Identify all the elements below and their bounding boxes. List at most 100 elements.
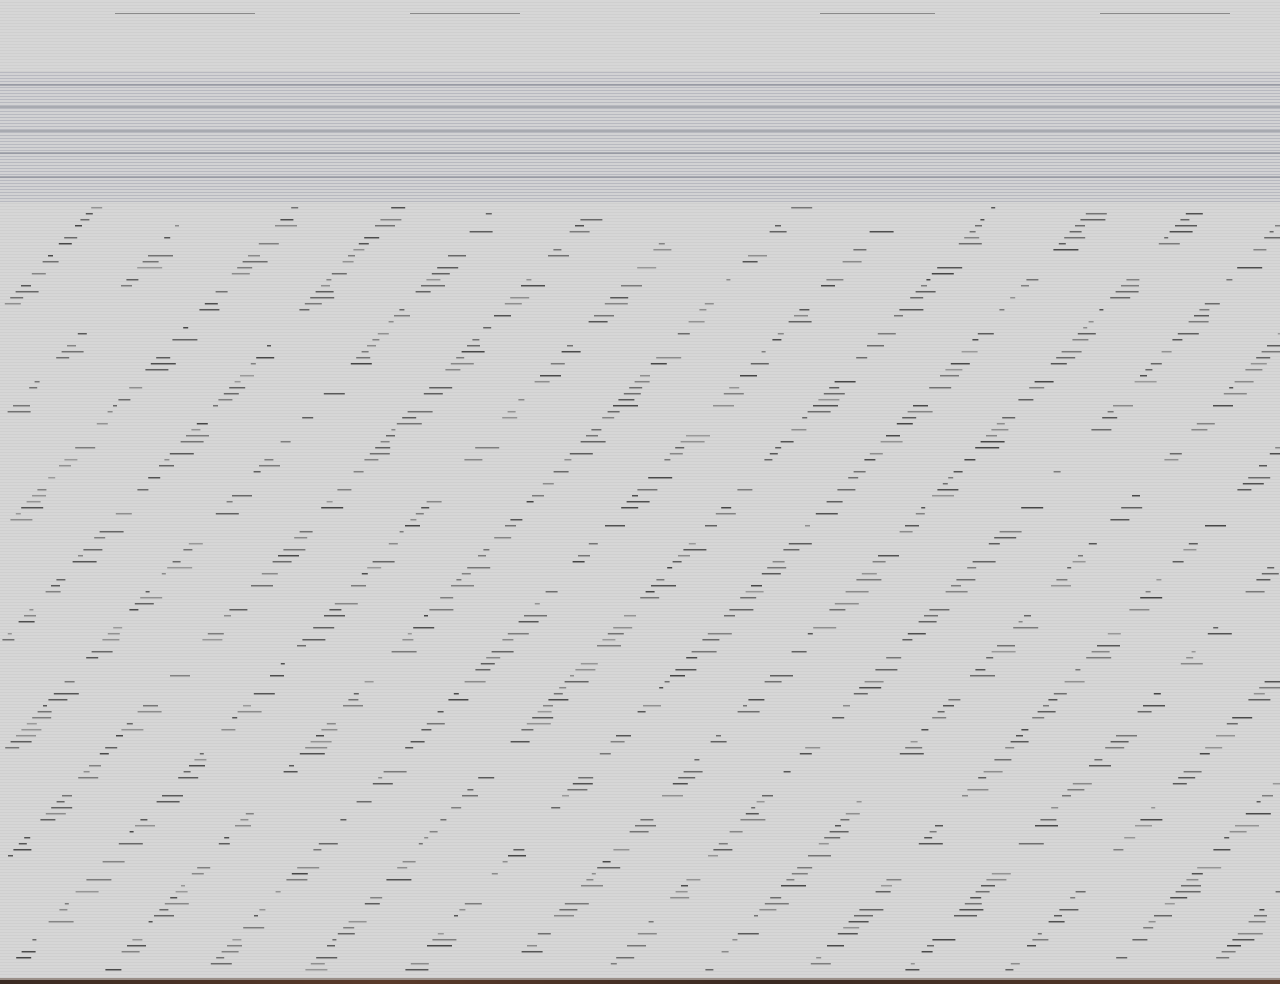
noise-dash <box>5 747 20 749</box>
noise-dash <box>745 591 764 593</box>
noise-dash <box>37 489 47 491</box>
noise-dash <box>726 279 731 281</box>
noise-dash <box>316 735 324 737</box>
noise-dash <box>1064 237 1086 239</box>
noise-dash <box>1140 375 1147 377</box>
noise-dash <box>1186 879 1199 881</box>
noise-dash <box>521 951 543 953</box>
noise-dash <box>316 957 338 959</box>
noise-dash <box>175 891 188 893</box>
noise-dash <box>658 243 665 245</box>
noise-dash <box>326 723 336 725</box>
noise-dash <box>202 639 223 641</box>
noise-dash <box>259 909 266 911</box>
noise-dash <box>707 633 732 635</box>
noise-dash <box>96 423 108 425</box>
noise-dash <box>1150 363 1162 365</box>
noise-dash <box>475 669 491 671</box>
noise-dash <box>932 717 947 719</box>
noise-dash <box>1072 339 1089 341</box>
noise-dash <box>918 621 937 623</box>
noise-dash <box>1137 711 1152 713</box>
noise-dash <box>869 453 883 455</box>
noise-dash <box>1170 897 1188 899</box>
noise-dash <box>191 429 201 431</box>
noise-dash <box>1115 291 1139 293</box>
noise-dash <box>26 501 41 503</box>
noise-dash <box>750 363 769 365</box>
noise-dash <box>1275 891 1280 893</box>
noise-dash <box>627 945 646 947</box>
noise-dash <box>640 597 660 599</box>
noise-dash <box>672 561 682 563</box>
noise-dash <box>1269 453 1280 455</box>
noise-dash <box>981 885 995 887</box>
noise-dash <box>34 381 40 383</box>
noise-dash <box>810 963 831 965</box>
noise-dash <box>18 621 35 623</box>
noise-dash <box>1051 585 1071 587</box>
noise-dash <box>413 627 435 629</box>
noise-dash <box>951 585 961 587</box>
noise-dash <box>648 921 654 923</box>
noise-dash <box>226 501 233 503</box>
noise-dash <box>842 261 862 263</box>
noise-dash <box>1037 711 1056 713</box>
noise-dash <box>553 249 562 251</box>
noise-dash <box>748 699 765 701</box>
noise-dash <box>769 231 787 233</box>
noise-dash <box>713 405 734 407</box>
noise-dash <box>1069 231 1082 233</box>
noise-dash <box>994 537 1017 539</box>
noise-dash <box>321 507 344 509</box>
noise-dash <box>258 243 279 245</box>
noise-dash <box>913 405 928 407</box>
top-noise-area <box>0 0 1280 70</box>
noise-dash <box>332 939 337 941</box>
noise-dash <box>291 207 299 209</box>
noise-dash <box>783 771 791 773</box>
noise-dash <box>1018 621 1023 623</box>
noise-dash <box>388 321 394 323</box>
noise-dash <box>748 255 767 257</box>
noise-dash <box>215 291 228 293</box>
noise-dash <box>877 333 896 335</box>
top-noise-line <box>115 13 255 14</box>
noise-dash <box>1050 363 1067 365</box>
noise-dash <box>553 471 569 473</box>
noise-dash <box>821 285 835 287</box>
noise-dash <box>967 789 989 791</box>
noise-dash <box>840 819 850 821</box>
noise-dash <box>358 243 369 245</box>
noise-dash <box>507 633 529 635</box>
noise-dash <box>721 951 729 953</box>
noise-dash <box>186 435 209 437</box>
noise-dash <box>1067 567 1072 569</box>
noise-dash <box>86 879 112 881</box>
noise-dash <box>315 291 334 293</box>
noise-dash <box>991 873 1011 875</box>
noise-dash <box>1113 849 1124 851</box>
noise-dash <box>291 873 308 875</box>
noise-dash <box>1010 297 1016 299</box>
noise-dash <box>1259 687 1280 689</box>
noise-dash <box>791 207 813 209</box>
noise-dash <box>445 369 461 371</box>
noise-dash <box>194 759 207 761</box>
noise-dash <box>853 693 868 695</box>
noise-dash <box>664 681 670 683</box>
noise-dash <box>18 843 27 845</box>
noise-dash <box>572 561 585 563</box>
noise-dash <box>762 795 773 797</box>
noise-dash <box>794 315 808 317</box>
noise-dash <box>351 585 366 587</box>
noise-dash <box>148 255 173 257</box>
noise-dash <box>848 477 859 479</box>
noise-dash <box>524 615 547 617</box>
noise-dash <box>218 399 233 401</box>
noise-dash <box>867 345 884 347</box>
noise-dash <box>483 327 492 329</box>
noise-dash <box>221 951 239 953</box>
noise-dash <box>945 591 968 593</box>
noise-dash <box>1026 279 1039 281</box>
